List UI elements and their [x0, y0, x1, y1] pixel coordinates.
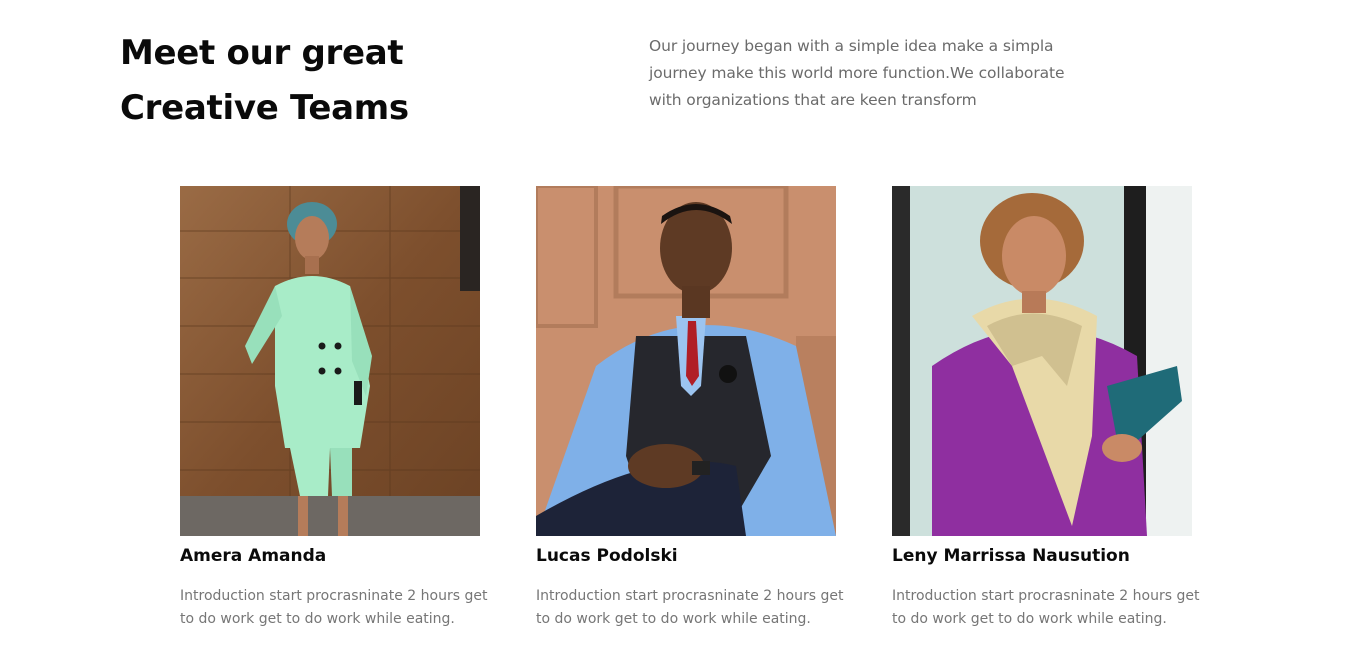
portrait-man-vest-icon	[536, 186, 836, 536]
portrait-woman-purple-dress-icon	[892, 186, 1192, 536]
team-name: Leny Marrissa Nausution	[892, 546, 1130, 566]
team-name: Amera Amanda	[180, 546, 327, 566]
team-card-amera: Amera Amanda Introduction start procrasn…	[180, 186, 500, 631]
intro-line-2: journey make this world more function.We…	[649, 64, 1065, 82]
heading-line-2: Creative Teams	[120, 88, 409, 128]
team-description: Introduction start procrasninate 2 hours…	[892, 585, 1212, 631]
team-description: Introduction start procrasninate 2 hours…	[536, 585, 856, 631]
section-intro: Our journey began with a simple idea mak…	[649, 33, 1109, 114]
team-description-line-1: Introduction start procrasninate 2 hours…	[892, 588, 1200, 604]
team-description-line-2: to do work get to do work while eating.	[180, 611, 455, 627]
intro-line-3: with organizations that are keen transfo…	[649, 91, 977, 109]
team-name: Lucas Podolski	[536, 546, 678, 566]
intro-line-1: Our journey began with a simple idea mak…	[649, 37, 1054, 55]
team-photo-amera	[180, 186, 480, 536]
team-card-lucas: Lucas Podolski Introduction start procra…	[536, 186, 856, 631]
team-card-leny: Leny Marrissa Nausution Introduction sta…	[892, 186, 1212, 631]
team-description-line-1: Introduction start procrasninate 2 hours…	[536, 588, 844, 604]
team-description: Introduction start procrasninate 2 hours…	[180, 585, 500, 631]
team-photo-lucas	[536, 186, 836, 536]
team-description-line-2: to do work get to do work while eating.	[536, 611, 811, 627]
portrait-woman-mint-suit-icon	[180, 186, 480, 536]
team-description-line-2: to do work get to do work while eating.	[892, 611, 1167, 627]
section-heading: Meet our great Creative Teams	[120, 26, 409, 136]
team-description-line-1: Introduction start procrasninate 2 hours…	[180, 588, 488, 604]
heading-line-1: Meet our great	[120, 33, 404, 73]
team-photo-leny	[892, 186, 1192, 536]
